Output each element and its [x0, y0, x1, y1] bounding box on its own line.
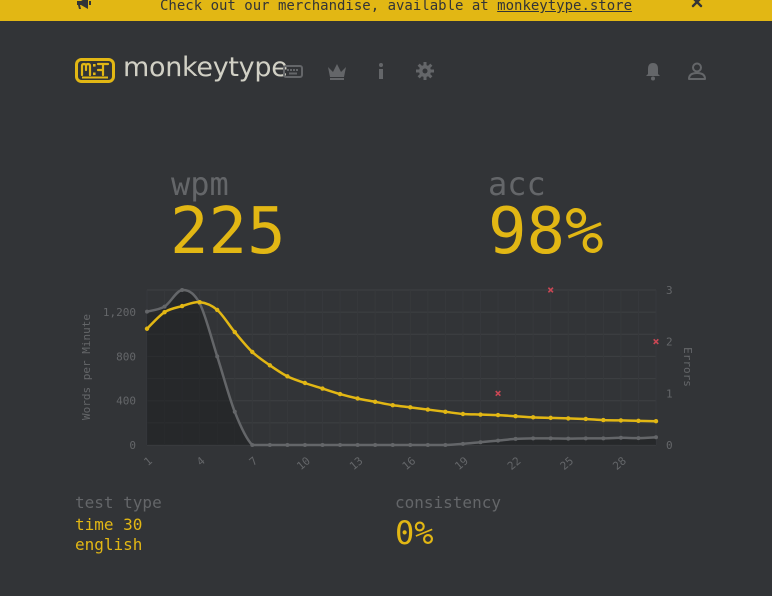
raw-point	[285, 443, 290, 447]
raw-point	[373, 443, 378, 447]
raw-point	[302, 443, 307, 447]
wpm-point	[390, 402, 395, 408]
raw-point	[162, 304, 167, 309]
wpm-point	[443, 409, 448, 414]
wpm-point	[179, 303, 185, 309]
wpm-point	[601, 417, 606, 423]
y2-tick-label: 3	[666, 284, 673, 297]
wpm-point	[513, 414, 518, 419]
wpm-point	[250, 349, 255, 355]
wpm-point	[372, 399, 378, 405]
raw-point	[583, 436, 588, 441]
wpm-point	[197, 299, 202, 305]
x-tick-label: 25	[558, 454, 577, 472]
raw-point	[654, 435, 658, 440]
raw-point	[390, 443, 395, 447]
wpm-point	[425, 407, 431, 412]
x-tick-label: 19	[452, 454, 471, 472]
test-type-value: time 30	[75, 515, 143, 534]
wpm-point	[337, 391, 343, 397]
wpm-point	[355, 396, 360, 401]
raw-point	[232, 409, 237, 414]
x-tick-label: 16	[400, 454, 419, 472]
x-tick-label: 13	[347, 454, 366, 472]
raw-point	[250, 443, 255, 447]
wpm-point	[267, 363, 273, 368]
raw-point	[566, 436, 571, 441]
raw-point	[513, 436, 518, 441]
wpm-point	[548, 415, 553, 421]
raw-point	[408, 443, 413, 447]
wpm-point	[495, 412, 501, 418]
wpm-point	[144, 326, 150, 331]
raw-point	[267, 443, 272, 447]
language-value: english	[75, 535, 143, 554]
y-tick-label: 800	[116, 350, 136, 363]
raw-speed-area	[147, 289, 656, 445]
raw-point	[145, 309, 149, 314]
wpm-point	[583, 416, 588, 422]
raw-point	[338, 443, 343, 447]
x-tick-label: 1	[141, 454, 154, 468]
raw-point	[460, 441, 465, 446]
test-type-label: test type	[75, 493, 162, 512]
consistency-value: 0%	[395, 514, 434, 552]
y-tick-label: 400	[116, 395, 136, 408]
raw-point	[425, 443, 430, 447]
raw-point	[548, 436, 553, 441]
wpm-point	[285, 374, 290, 379]
wpm-point	[302, 380, 308, 386]
y2-axis-label: Errors	[681, 347, 694, 387]
raw-point	[618, 435, 623, 440]
wpm-point	[566, 416, 571, 421]
wpm-point	[636, 418, 641, 424]
y-tick-label: 1,200	[103, 306, 136, 319]
x-tick-label: 4	[194, 454, 208, 468]
wpm-point	[618, 418, 624, 423]
x-tick-label: 10	[294, 454, 313, 472]
y2-tick-label: 1	[666, 387, 673, 400]
consistency-label: consistency	[395, 493, 501, 512]
raw-point	[531, 436, 536, 441]
raw-point	[320, 443, 325, 447]
wpm-point	[320, 386, 325, 391]
x-tick-label: 7	[247, 454, 260, 468]
raw-point	[496, 438, 501, 443]
raw-point	[215, 354, 220, 359]
raw-point	[443, 443, 448, 447]
wpm-point	[653, 418, 659, 424]
y2-tick-label: 2	[666, 336, 673, 349]
x-tick-label: 28	[610, 454, 629, 472]
wpm-point	[478, 412, 483, 417]
wpm-point	[162, 309, 167, 315]
raw-point	[355, 443, 360, 447]
wpm-point	[530, 415, 536, 420]
raw-point	[180, 288, 185, 292]
x-tick-label: 22	[505, 454, 524, 472]
raw-point	[601, 436, 606, 441]
raw-point	[478, 440, 483, 445]
y-tick-label: 0	[129, 439, 136, 452]
wpm-point	[460, 411, 466, 417]
wpm-point	[408, 405, 413, 410]
y-axis-label: Words per Minute	[80, 314, 93, 420]
raw-point	[636, 436, 641, 441]
y2-tick-label: 0	[666, 439, 673, 452]
wpm-point	[215, 307, 220, 313]
wpm-point	[232, 329, 237, 335]
